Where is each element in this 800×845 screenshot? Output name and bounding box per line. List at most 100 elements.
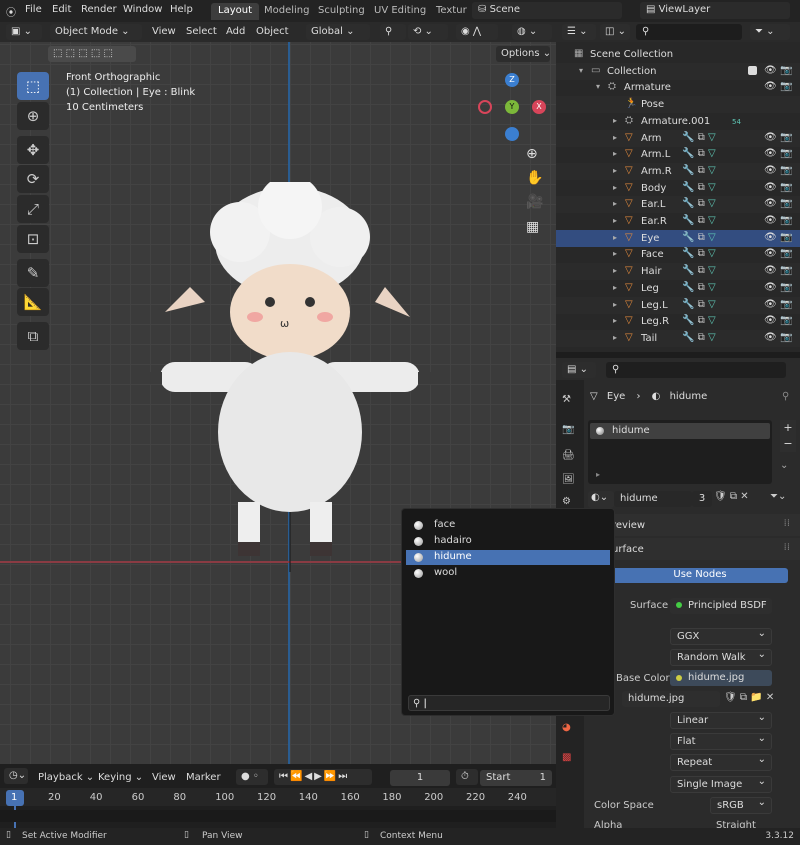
modifier-icons[interactable]: 🔧 ⧉ ▽ — [682, 282, 716, 293]
viewport-menu-select[interactable]: Select — [186, 26, 217, 37]
outliner-row[interactable]: ▸ ⛭ Armature.001 54 — [556, 113, 800, 130]
interpolation-dropdown[interactable]: Linear — [670, 712, 772, 729]
render-camera-icon[interactable]: 📷 — [780, 165, 792, 176]
tool-tab-icon[interactable]: ⚒ — [562, 394, 571, 405]
pivot-icon[interactable]: ⚲ — [380, 24, 406, 40]
render-camera-icon[interactable]: 📷 — [780, 148, 792, 159]
modifier-icons[interactable]: 🔧 ⧉ ▽ — [682, 132, 716, 143]
popup-search-input[interactable]: ⚲ | — [408, 695, 610, 711]
render-camera-icon[interactable]: 📷 — [780, 132, 792, 143]
surface-panel-header[interactable]: urface ⁞⁞ — [584, 538, 800, 560]
expand-arrow-icon[interactable]: ▸ — [613, 133, 617, 142]
modifier-icons[interactable]: 🔧 ⧉ ▽ — [682, 299, 716, 310]
modifier-icons[interactable]: 🔧 ⧉ ▽ — [682, 232, 716, 243]
popup-material-item[interactable]: face — [406, 518, 610, 533]
image-action-icons[interactable]: 🛡 ⧉ 📁 ✕ — [724, 692, 774, 703]
tab-modeling[interactable]: Modeling — [257, 3, 317, 20]
preview-panel-header[interactable]: review ⁞⁞ — [584, 514, 800, 536]
visibility-eye-icon[interactable]: 👁 — [764, 165, 777, 176]
view-layer-selector[interactable]: ▤ ViewLayer — [640, 2, 790, 19]
current-frame-field[interactable]: 1 — [390, 770, 450, 786]
slot-add-remove-buttons[interactable]: + − — [780, 420, 796, 452]
outliner-row[interactable]: ▸ ▽ Arm.L 🔧 ⧉ ▽ 👁 📷 — [556, 146, 800, 163]
tab-layout[interactable]: Layout — [211, 3, 259, 20]
browse-material-button[interactable]: ◐⌄ — [588, 491, 614, 508]
properties-editor-icon[interactable]: ▤ ⌄ — [562, 362, 596, 378]
material-name-field[interactable]: hidume — [614, 491, 692, 507]
record-icon[interactable]: ● ◦ — [236, 769, 268, 785]
start-frame-field[interactable]: Start 1 — [480, 770, 552, 786]
world-tab-icon[interactable]: ◕ — [562, 722, 571, 733]
render-tab-icon[interactable]: 📷 — [562, 424, 574, 435]
visibility-eye-icon[interactable]: 👁 — [764, 282, 777, 293]
menu-help[interactable]: Help — [170, 4, 193, 15]
expand-arrow-icon[interactable]: ▸ — [613, 249, 617, 258]
transform-icon[interactable]: ⊡ — [17, 225, 49, 253]
modifier-icons[interactable]: 🔧 ⧉ ▽ — [682, 332, 716, 343]
render-camera-icon[interactable]: 📷 — [780, 198, 792, 209]
navigation-gizmo[interactable]: Z Y X — [476, 70, 550, 144]
outliner-row[interactable]: 🏃 Pose — [556, 96, 800, 114]
expand-arrow-icon[interactable]: ▸ — [613, 233, 617, 242]
expand-arrow-icon[interactable]: ▸ — [613, 149, 617, 158]
outliner-row[interactable]: ▸ ▽ Ear.R 🔧 ⧉ ▽ 👁 📷 — [556, 213, 800, 230]
render-camera-icon[interactable]: 📷 — [780, 248, 792, 259]
material-slot[interactable]: hidume — [590, 423, 770, 439]
proportional-icon[interactable]: ◉ ⋀ — [456, 24, 498, 40]
visibility-eye-icon[interactable]: 👁 — [764, 148, 777, 159]
display-mode-icon[interactable]: ◫ ⌄ — [600, 24, 630, 40]
render-camera-icon[interactable]: 📷 — [780, 282, 792, 293]
measure-icon[interactable]: 📐 — [17, 288, 49, 316]
visibility-eye-icon[interactable]: 👁 — [764, 215, 777, 226]
tab-sculpting[interactable]: Sculpting — [311, 3, 372, 20]
rotate-icon[interactable]: ⟳ — [17, 165, 49, 193]
visibility-eye-icon[interactable]: 👁 — [764, 315, 777, 326]
color-space-dropdown[interactable]: sRGB — [710, 797, 772, 814]
options-button[interactable]: Options ⌄ — [496, 46, 551, 62]
tab-uv-editing[interactable]: UV Editing — [367, 3, 433, 20]
tab-texture[interactable]: Textur — [429, 3, 474, 20]
visibility-eye-icon[interactable]: 👁 — [764, 232, 777, 243]
modifier-icons[interactable]: 🔧 ⧉ ▽ — [682, 148, 716, 159]
render-camera-icon[interactable]: 📷 — [780, 265, 792, 276]
menu-render[interactable]: Render — [81, 4, 117, 15]
outliner-row[interactable]: ▸ ▽ Ear.L 🔧 ⧉ ▽ 👁 📷 — [556, 196, 800, 214]
expand-arrow-icon[interactable]: ▸ — [613, 199, 617, 208]
expand-arrow-icon[interactable]: ▾ — [596, 82, 600, 91]
material-slot-list[interactable]: hidume ▸ — [588, 420, 772, 484]
transform-orientation[interactable]: Global ⌄ — [306, 24, 370, 40]
pan-hand-icon[interactable]: ✋ — [526, 170, 546, 190]
clock-icon[interactable]: ◷⌄ — [4, 768, 28, 784]
render-camera-icon[interactable]: 📷 — [780, 81, 792, 92]
gizmo-z-axis[interactable]: Z — [505, 73, 519, 87]
expand-arrow-icon[interactable]: ▸ — [613, 166, 617, 175]
scene-tab-icon[interactable]: ⚙ — [562, 496, 571, 507]
popup-material-item[interactable]: wool — [406, 566, 610, 581]
outliner-row[interactable]: ▸ ▽ Arm 🔧 ⧉ ▽ 👁 📷 — [556, 129, 800, 147]
snap-icon[interactable]: ⟲ ⌄ — [408, 24, 448, 40]
modifier-icons[interactable]: 🔧 ⧉ ▽ — [682, 315, 716, 326]
surface-shader-field[interactable]: Principled BSDF — [670, 598, 772, 614]
outliner-search-input[interactable]: ⚲ — [636, 24, 742, 40]
timeline-menu-marker[interactable]: Marker — [186, 772, 221, 783]
modifier-icons[interactable]: 🔧 ⧉ ▽ — [682, 165, 716, 176]
modifier-icons[interactable]: 🔧 ⧉ ▽ — [682, 265, 716, 276]
visibility-eye-icon[interactable]: 👁 — [764, 65, 777, 76]
expand-arrow-icon[interactable]: ▸ — [613, 300, 617, 309]
blender-logo-icon[interactable]: ⦿ — [6, 4, 16, 19]
outliner-row[interactable]: ▾ ▭ Collection 👁 📷 — [556, 62, 800, 80]
popup-material-item[interactable]: hadairo — [406, 534, 610, 549]
render-camera-icon[interactable]: 📷 — [780, 65, 792, 76]
editor-type-button[interactable]: ▣ ⌄ — [6, 24, 42, 40]
outliner-row[interactable]: ▸ ▽ Leg 🔧 ⧉ ▽ 👁 📷 — [556, 280, 800, 297]
zoom-icon[interactable]: ⊕ — [526, 146, 546, 166]
expand-arrow-icon[interactable]: ▸ — [613, 333, 617, 342]
filter-icon[interactable]: ⏷ ⌄ — [750, 24, 790, 40]
outliner-row[interactable]: ▸ ▽ Leg.R 🔧 ⧉ ▽ 👁 📷 — [556, 313, 800, 330]
source-dropdown[interactable]: Single Image — [670, 776, 772, 793]
outliner-row[interactable]: ▸ ▽ Hair 🔧 ⧉ ▽ 👁 📷 — [556, 263, 800, 281]
view-layer-tab-icon[interactable]: 🖼 — [562, 474, 575, 485]
menu-edit[interactable]: Edit — [52, 4, 71, 15]
grid-view-icon[interactable]: ▦ — [526, 219, 546, 239]
annotate-icon[interactable]: ✎ — [17, 259, 49, 287]
